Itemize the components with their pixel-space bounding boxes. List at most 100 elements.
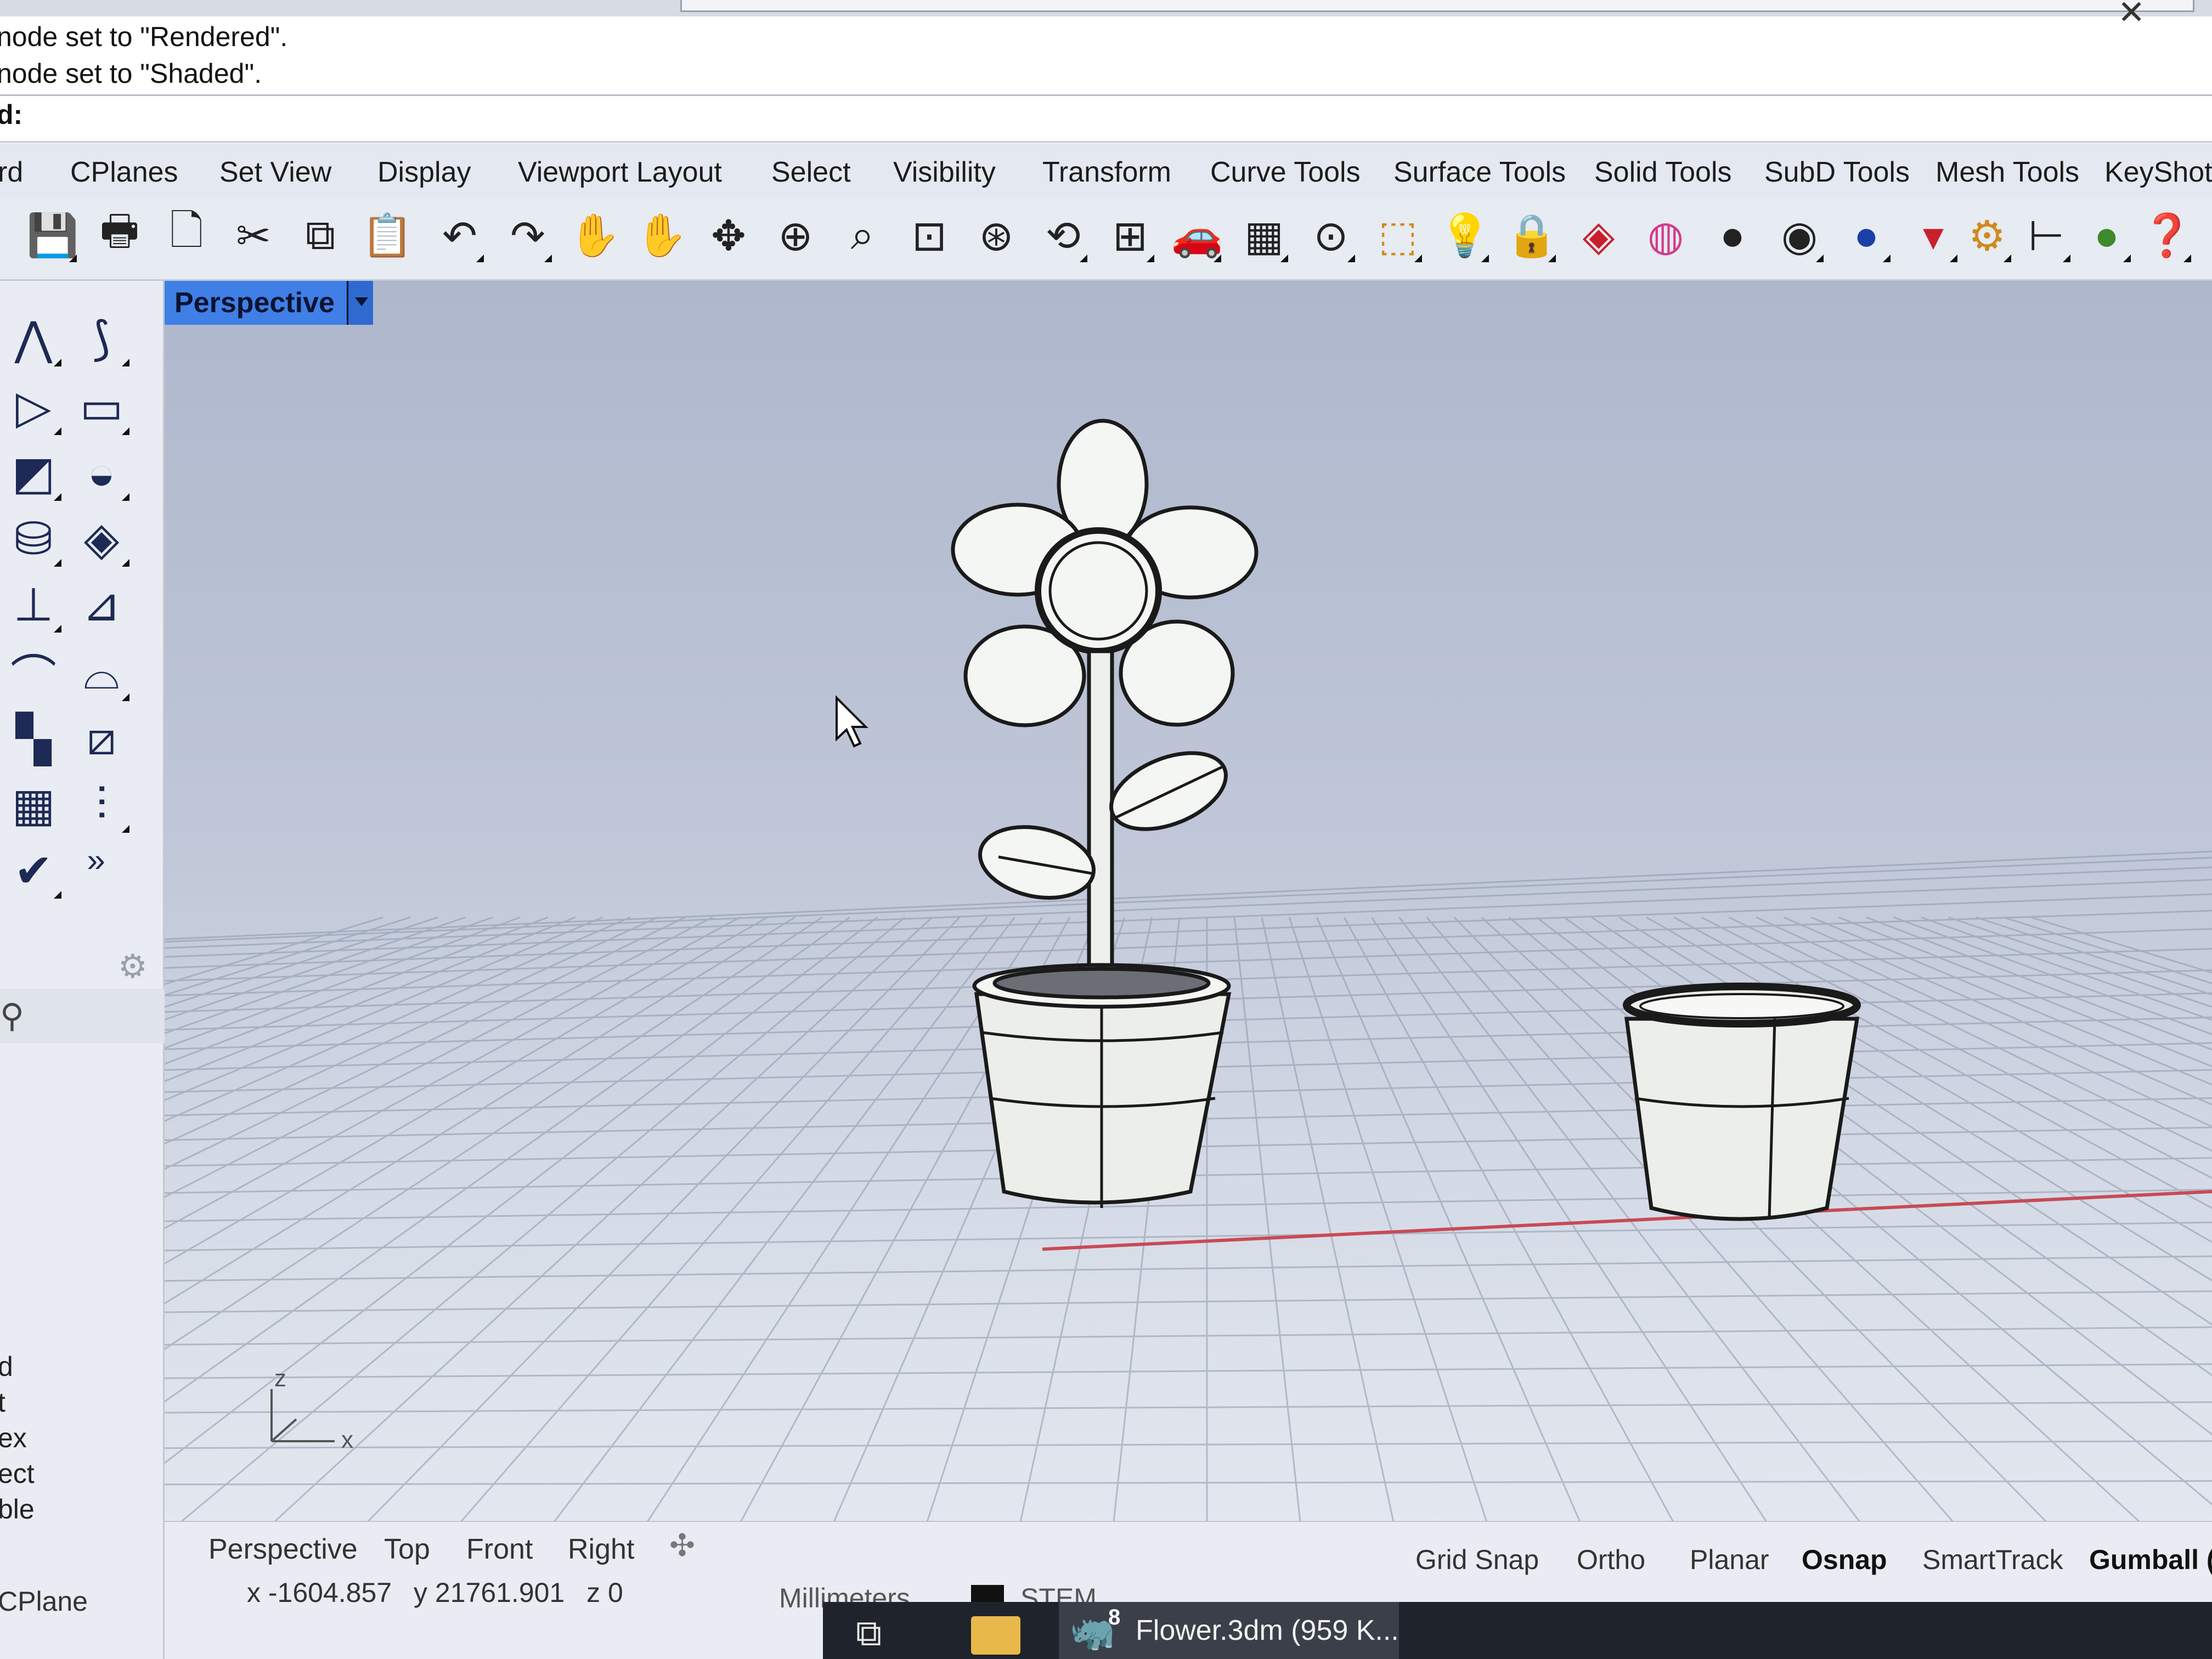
osnap-icon[interactable]: ⊙ — [1304, 205, 1358, 266]
panel-tab-bar — [0, 989, 165, 1043]
close-icon[interactable]: ✕ — [2118, 0, 2145, 32]
box-icon[interactable]: ⛁ — [3, 509, 64, 569]
flower-model[interactable] — [951, 419, 1259, 1208]
align-icon[interactable]: ⫶ — [71, 775, 132, 835]
tab-mesh-tools[interactable]: Mesh Tools — [1936, 156, 2079, 189]
save-icon[interactable]: 💾 — [25, 205, 80, 266]
print-icon[interactable]: 🖶 — [92, 205, 147, 266]
move-icon[interactable]: ⧄ — [71, 709, 132, 769]
four-viewports-icon[interactable]: ⊞ — [1103, 205, 1158, 266]
fillet-icon[interactable]: ⌒ — [3, 643, 64, 703]
file-explorer-icon[interactable] — [971, 1616, 1020, 1655]
empty-pot-model[interactable] — [1623, 983, 1861, 1221]
viewport-title-bar[interactable]: Perspective — [165, 281, 373, 325]
viewport-scene: z x — [165, 419, 2212, 1522]
gear-settings-icon[interactable]: ⚙ — [1960, 205, 2015, 266]
viewport-tab-right[interactable]: Right — [568, 1533, 634, 1566]
gear-icon[interactable]: ⚙ — [118, 947, 148, 986]
cut-icon[interactable]: ✂ — [226, 205, 281, 266]
lock-icon[interactable]: 🔒 — [1504, 205, 1559, 266]
draft-angle-icon[interactable]: ▾ — [1906, 205, 1961, 266]
tab-surface-tools[interactable]: Surface Tools — [1393, 156, 1566, 189]
check-icon[interactable]: ✔ — [3, 840, 64, 901]
help-icon[interactable]: ❓ — [2140, 205, 2194, 266]
filter-icon[interactable]: ⚲ — [0, 997, 24, 1035]
tab-keyshot[interactable]: KeyShot — [2104, 156, 2212, 189]
grid-snap-toggle[interactable]: Grid Snap — [1415, 1544, 1539, 1576]
viewport-dropdown-button[interactable] — [347, 281, 373, 325]
rhino-taskbar-button[interactable]: 🦏 8 Flower.3dm (959 K... — [1059, 1602, 1399, 1659]
more-icon[interactable]: » — [66, 830, 126, 890]
zoom-window-icon[interactable]: ⌕ — [835, 205, 890, 266]
pan-hand-alt-icon[interactable]: ✋ — [634, 205, 689, 266]
revolve-icon[interactable]: ◒ — [71, 443, 132, 503]
tab-curve-tools[interactable]: Curve Tools — [1210, 156, 1361, 189]
shapes-icon[interactable]: ⬚ — [1370, 205, 1425, 266]
copy-icon[interactable]: ⧉ — [293, 205, 348, 266]
tab-solid-tools[interactable]: Solid Tools — [1594, 156, 1732, 189]
viewport-tab-front[interactable]: Front — [466, 1533, 533, 1566]
tab-subd-tools[interactable]: SubD Tools — [1764, 156, 1910, 189]
globe-icon[interactable]: ● — [2079, 205, 2134, 266]
command-history: ✕ node set to "Rendered". node set to "S… — [0, 0, 2212, 143]
rotate-view-icon[interactable]: ✥ — [701, 205, 756, 266]
tab-select[interactable]: Select — [771, 156, 851, 189]
tab-standard[interactable]: rd — [0, 156, 23, 189]
grid-array-icon[interactable]: ▦ — [3, 775, 64, 835]
undo-icon[interactable]: ↶ — [432, 205, 487, 266]
add-viewport-icon[interactable]: ✣ — [669, 1527, 695, 1564]
lightbulb-icon[interactable]: 💡 — [1437, 205, 1492, 266]
tab-viewport-layout[interactable]: Viewport Layout — [518, 156, 722, 189]
tab-cplanes[interactable]: CPlanes — [70, 156, 178, 189]
blue-sphere-icon[interactable]: ● — [1839, 205, 1894, 266]
x-axis-line — [1042, 1190, 2212, 1251]
layers-icon[interactable]: ◈ — [1571, 205, 1626, 266]
grid-icon[interactable]: ▦ — [1237, 205, 1291, 266]
tab-visibility[interactable]: Visibility — [893, 156, 996, 189]
tab-set-view[interactable]: Set View — [219, 156, 331, 189]
perspective-viewport[interactable]: z x — [165, 281, 2212, 1522]
empty-pot-body — [1624, 1017, 1860, 1221]
plane-icon[interactable]: ◈ — [71, 509, 132, 569]
viewport-title[interactable]: Perspective — [165, 286, 335, 319]
window-title-box — [680, 0, 2194, 12]
zoom-extents-icon[interactable]: ⊡ — [902, 205, 957, 266]
pot-soil — [992, 967, 1211, 1000]
panel-word: ble — [0, 1494, 35, 1525]
tab-transform[interactable]: Transform — [1042, 156, 1171, 189]
viewport-tab-perspective[interactable]: Perspective — [208, 1533, 358, 1566]
flower-center-inner — [1048, 541, 1148, 641]
panel-word: t — [0, 1387, 5, 1418]
render-icon[interactable]: ◉ — [1772, 205, 1827, 266]
smarttrack-toggle[interactable]: SmartTrack — [1922, 1544, 2063, 1576]
split-icon[interactable]: ⊿ — [71, 574, 132, 635]
undo-view-icon[interactable]: ⟲ — [1036, 205, 1091, 266]
color-wheel-icon[interactable]: ◍ — [1638, 205, 1693, 266]
gumball-toggle[interactable]: Gumball (V — [2089, 1544, 2212, 1576]
pan-hand-icon[interactable]: ✋ — [567, 205, 622, 266]
sphere-shaded-icon[interactable]: ● — [1705, 205, 1760, 266]
task-view-icon[interactable]: ⧉ — [856, 1612, 882, 1655]
trim-icon[interactable]: ⊥ — [3, 574, 64, 635]
viewport-tab-top[interactable]: Top — [384, 1533, 430, 1566]
chevron-down-icon — [355, 297, 368, 306]
osnap-toggle[interactable]: Osnap — [1802, 1544, 1887, 1576]
import-icon[interactable]: 🗋 — [159, 205, 214, 266]
ortho-toggle[interactable]: Ortho — [1577, 1544, 1645, 1576]
rectangle-icon[interactable]: ▭ — [71, 377, 132, 437]
circle-icon[interactable]: ▷ — [3, 377, 64, 437]
paste-icon[interactable]: 📋 — [360, 205, 415, 266]
offset-icon[interactable]: ⌓ — [71, 643, 132, 703]
array-icon[interactable]: ▚ — [3, 709, 64, 769]
command-prompt[interactable]: d: — [0, 99, 22, 131]
redo-icon[interactable]: ↷ — [500, 205, 555, 266]
car-icon[interactable]: 🚗 — [1170, 205, 1224, 266]
zoom-icon[interactable]: ⊕ — [768, 205, 823, 266]
planar-toggle[interactable]: Planar — [1690, 1544, 1769, 1576]
surface-icon[interactable]: ◩ — [3, 443, 64, 503]
tab-display[interactable]: Display — [377, 156, 471, 189]
curve-icon[interactable]: ⟆ — [71, 308, 132, 369]
zoom-selected-icon[interactable]: ⊛ — [969, 205, 1024, 266]
polyline-icon[interactable]: ⋀ — [3, 308, 64, 369]
dimension-icon[interactable]: ⊢ — [2019, 205, 2074, 266]
